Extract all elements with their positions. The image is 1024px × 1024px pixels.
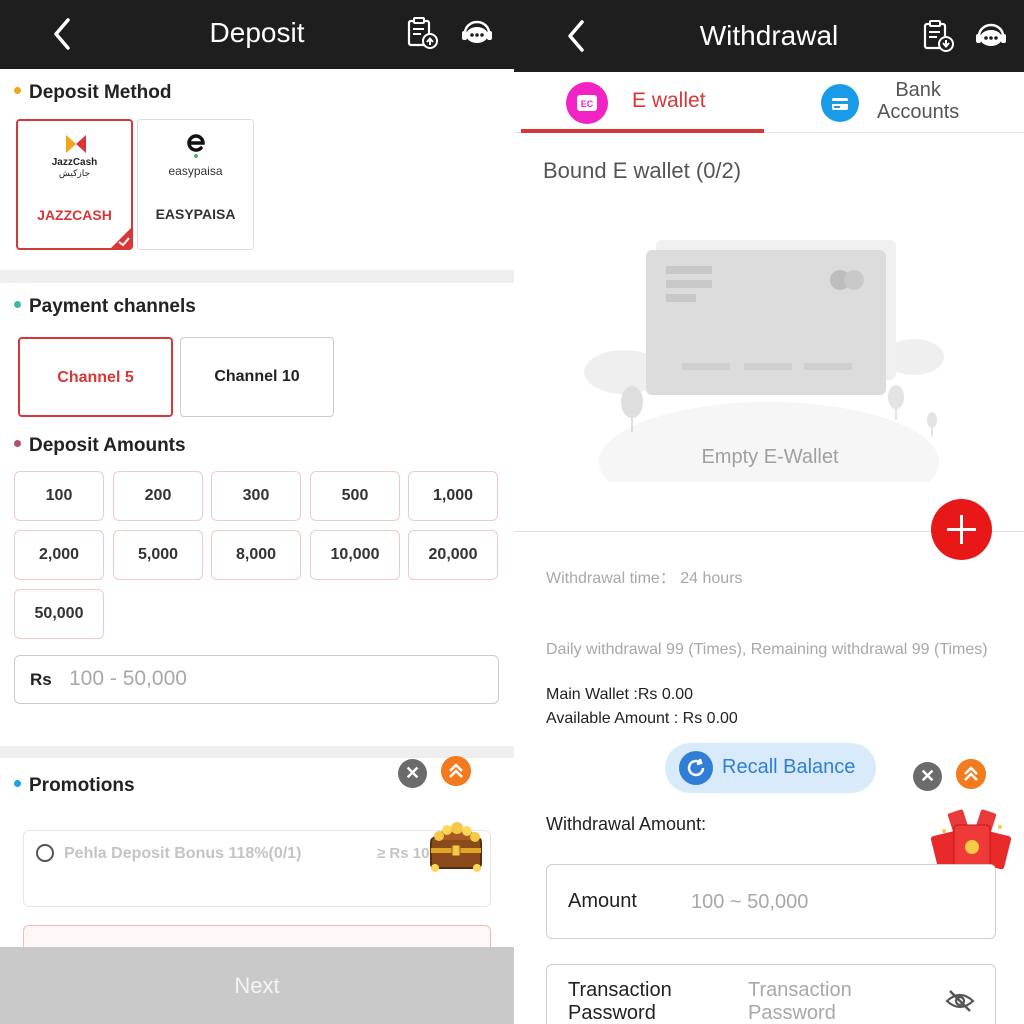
- recall-label: Recall Balance: [722, 756, 856, 778]
- daily-limits: Daily withdrawal 99 (Times), Remaining w…: [546, 641, 988, 658]
- amount-option[interactable]: 8,000: [211, 530, 301, 580]
- withdrawal-amount-label: Withdrawal Amount:: [546, 814, 707, 834]
- recall-balance-button[interactable]: Recall Balance: [665, 743, 876, 793]
- close-icon[interactable]: ✕: [913, 762, 942, 791]
- next-button[interactable]: Next: [0, 947, 514, 1024]
- section-divider: [0, 746, 514, 758]
- amount-option[interactable]: 1,000: [408, 471, 498, 521]
- amount-option[interactable]: 2,000: [14, 530, 104, 580]
- deposit-amounts-label: Deposit Amounts: [29, 435, 186, 456]
- jazzcash-logo-text: JazzCash: [51, 157, 98, 168]
- main-wallet: Main Wallet :Rs 0.00: [546, 686, 694, 703]
- amount-option[interactable]: 20,000: [408, 530, 498, 580]
- payment-channels-label: Payment channels: [29, 296, 196, 317]
- customer-service-icon[interactable]: [459, 15, 495, 51]
- add-wallet-button[interactable]: [931, 499, 992, 560]
- withdrawal-time: Withdrawal time： 24 hours: [546, 570, 743, 587]
- customer-service-icon[interactable]: [973, 18, 1009, 54]
- withdrawal-history-icon[interactable]: [920, 18, 956, 54]
- password-placeholder: Transaction Password: [748, 979, 852, 1024]
- tab-ewallet[interactable]: EC E wallet: [514, 72, 764, 132]
- ewallet-icon: EC: [566, 82, 608, 124]
- promo-label: Pehla Deposit Bonus 118%(0/1): [64, 845, 302, 862]
- amount-option[interactable]: 5,000: [113, 530, 203, 580]
- treasure-chest-icon[interactable]: [425, 812, 487, 874]
- jazzcash-logo-urdu: جازکیش: [58, 168, 91, 178]
- withdrawal-amount-input[interactable]: Amount 100 ~ 50,000: [546, 864, 996, 939]
- section-dot: [14, 87, 21, 95]
- amount-placeholder: 100 - 50,000: [69, 667, 187, 690]
- promo-item[interactable]: Pehla Deposit Bonus 118%(0/1) ≥ Rs 10: [23, 830, 491, 907]
- channel-10-button[interactable]: Channel 10: [180, 337, 334, 417]
- scroll-top-icon[interactable]: [441, 756, 471, 786]
- close-icon[interactable]: ✕: [398, 759, 427, 788]
- password-field-label: Transaction Password: [568, 979, 672, 1024]
- payment-channels-title: Payment channels: [14, 296, 196, 318]
- amount-option[interactable]: 100: [14, 471, 104, 521]
- amount-option[interactable]: 200: [113, 471, 203, 521]
- deposit-amounts-title: Deposit Amounts: [14, 435, 186, 457]
- method-easypaisa[interactable]: easypaisa EASYPAISA: [137, 119, 254, 250]
- amount-option[interactable]: 10,000: [310, 530, 400, 580]
- deposit-method-label: Deposit Method: [29, 82, 172, 103]
- currency-prefix: Rs: [30, 670, 52, 689]
- deposit-history-icon[interactable]: [404, 15, 440, 51]
- active-tab-indicator: [521, 129, 764, 133]
- transaction-password-input[interactable]: Transaction Password Transaction Passwor…: [546, 964, 996, 1024]
- section-dot: [14, 780, 21, 788]
- jazzcash-logo-icon: [66, 135, 86, 153]
- refresh-icon: [679, 751, 713, 785]
- promo-min: ≥ Rs 10: [377, 845, 430, 862]
- method-label: JAZZCASH: [37, 207, 112, 223]
- selected-check-icon: [110, 227, 132, 249]
- deposit-amount-input[interactable]: Rs 100 - 50,000: [14, 655, 499, 704]
- eye-off-icon[interactable]: [945, 989, 975, 1013]
- section-divider: [0, 270, 514, 283]
- amount-placeholder: 100 ~ 50,000: [691, 891, 809, 913]
- section-dot: [14, 301, 21, 309]
- wallet-tabs: EC E wallet Bank Accounts: [514, 72, 1024, 134]
- withdrawal-header: Withdrawal: [514, 0, 1024, 72]
- svg-text:EC: EC: [581, 99, 594, 109]
- amount-field-label: Amount: [568, 890, 637, 912]
- easypaisa-logo-text: easypaisa: [168, 164, 223, 178]
- withdrawal-panel: Withdrawal EC E wallet Bank Accounts Bou…: [514, 0, 1024, 1024]
- tab-label: Bank Accounts: [877, 79, 960, 123]
- scroll-top-icon[interactable]: [956, 759, 986, 789]
- amount-option[interactable]: 300: [211, 471, 301, 521]
- method-jazzcash[interactable]: JazzCash جازکیش JAZZCASH: [16, 119, 133, 250]
- channel-5-button[interactable]: Channel 5: [18, 337, 173, 417]
- bank-icon: [821, 84, 859, 122]
- promotions-label: Promotions: [29, 775, 135, 796]
- promo-radio[interactable]: [36, 844, 54, 862]
- easypaisa-logo-icon: [187, 134, 205, 158]
- deposit-header: Deposit: [0, 0, 514, 69]
- tab-label: E wallet: [632, 89, 706, 112]
- empty-wallet-illustration: [584, 240, 944, 482]
- bound-wallet-label: Bound E wallet (0/2): [543, 158, 742, 183]
- empty-wallet-label: Empty E-Wallet: [701, 446, 839, 468]
- available-amount: Available Amount : Rs 0.00: [546, 710, 738, 727]
- section-dot: [14, 440, 21, 448]
- promotions-title: Promotions: [14, 775, 135, 797]
- deposit-method-title: Deposit Method: [14, 82, 172, 104]
- deposit-panel: Deposit Deposit Method JazzCash جازکیش J…: [0, 0, 514, 1024]
- tab-bank-accounts[interactable]: Bank Accounts: [769, 72, 1024, 132]
- amount-option[interactable]: 50,000: [14, 589, 104, 639]
- amount-option[interactable]: 500: [310, 471, 400, 521]
- method-label: EASYPAISA: [155, 206, 236, 222]
